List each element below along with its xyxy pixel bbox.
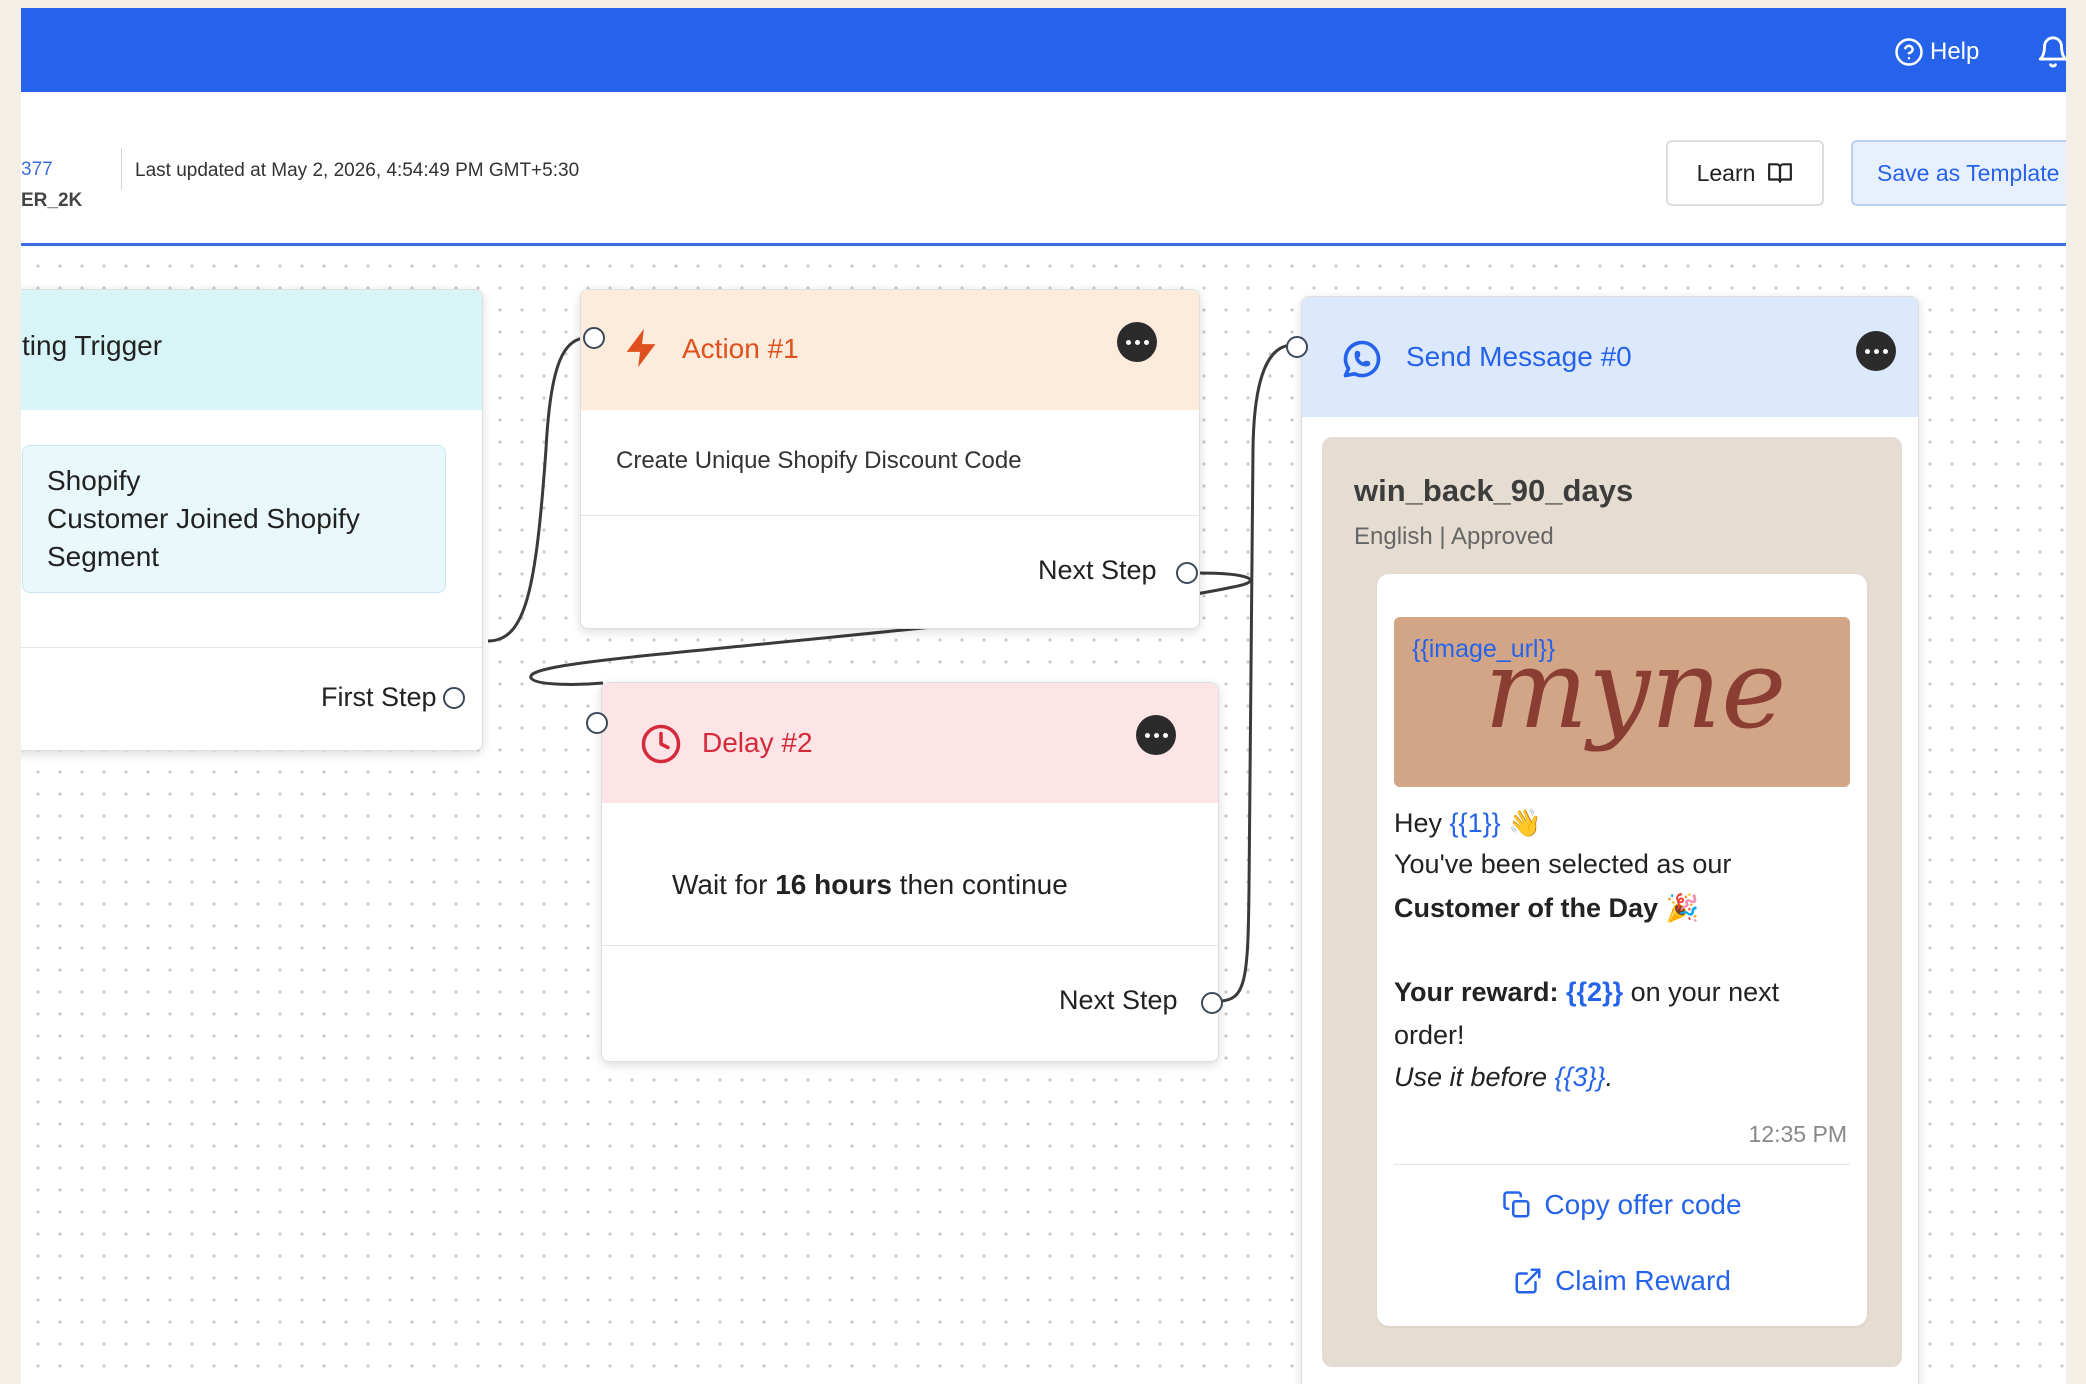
next-step-handle[interactable] — [1176, 562, 1198, 584]
more-horizontal-icon[interactable] — [1136, 715, 1176, 755]
message-line-reward: Your reward: {{2}} on your next — [1394, 977, 1780, 1007]
connector-delay-to-message — [1218, 343, 1294, 1003]
node-separator — [21, 647, 482, 648]
action-description: Create Unique Shopify Discount Code — [616, 447, 1022, 474]
next-step-handle[interactable] — [1201, 992, 1223, 1014]
variable-1: {{1}} — [1449, 808, 1501, 838]
top-bar: Help — [21, 8, 2066, 92]
trigger-node-header: ting Trigger — [21, 290, 482, 410]
message-line-greeting: Hey {{1}} 👋 — [1394, 808, 1542, 838]
message-line-use-before: Use it before {{3}}. — [1394, 1062, 1614, 1092]
action-node[interactable]: Action #1 Create Unique Shopify Discount… — [580, 289, 1200, 629]
node-separator — [602, 945, 1218, 946]
template-meta: English | Approved — [1354, 523, 1554, 550]
whatsapp-preview: win_back_90_days English | Approved myne… — [1322, 437, 1902, 1367]
learn-label: Learn — [1696, 159, 1756, 186]
send-message-node-title: Send Message #0 — [1406, 341, 1632, 372]
variable-3: {{3}} — [1554, 1062, 1606, 1092]
last-updated-text: Last updated at May 2, 2026, 4:54:49 PM … — [135, 160, 580, 181]
trigger-event-line2: Segment — [47, 541, 160, 572]
template-name: win_back_90_days — [1354, 473, 1634, 508]
trigger-node-title: ting Trigger — [22, 330, 163, 361]
first-step-handle[interactable] — [443, 687, 465, 709]
message-line-5: order! — [1394, 1020, 1465, 1050]
next-step-label: Next Step — [1038, 555, 1157, 585]
header-divider — [121, 148, 122, 190]
trigger-source: Shopify — [47, 465, 141, 496]
claim-reward-label: Claim Reward — [1555, 1265, 1731, 1296]
connector-trigger-to-action — [487, 335, 595, 643]
flow-header: 377 ER_2K Last updated at May 2, 2026, 4… — [21, 92, 2066, 246]
more-horizontal-icon[interactable] — [1117, 322, 1157, 362]
input-handle[interactable] — [586, 712, 608, 734]
flow-code: ER_2K — [21, 190, 83, 211]
first-step-label: First Step — [321, 682, 437, 712]
claim-reward-button[interactable]: Claim Reward — [1377, 1265, 1867, 1297]
waving-hand-emoji: 👋 — [1508, 808, 1542, 838]
send-message-node[interactable]: Send Message #0 win_back_90_days English… — [1286, 296, 1919, 1384]
learn-button[interactable]: Learn — [1666, 140, 1824, 206]
variable-2: {{2}} — [1566, 977, 1624, 1007]
delay-duration: 16 hours — [775, 869, 892, 900]
flow-canvas[interactable]: ting Trigger Shopify Customer Joined Sho… — [21, 249, 2066, 1384]
whatsapp-icon — [1343, 340, 1381, 378]
copy-icon — [1503, 1191, 1530, 1218]
delay-node-title: Delay #2 — [702, 727, 813, 758]
delay-desc-prefix: Wait for — [672, 869, 776, 900]
bell-icon[interactable] — [2036, 32, 2066, 72]
help-label: Help — [1930, 38, 1980, 65]
send-message-node-header: Send Message #0 — [1302, 297, 1918, 417]
action-node-header: Action #1 — [581, 290, 1199, 410]
message-time: 12:35 PM — [1748, 1121, 1847, 1147]
action-node-title: Action #1 — [682, 333, 799, 364]
book-open-icon — [1768, 163, 1793, 183]
input-handle[interactable] — [583, 327, 605, 349]
next-step-label: Next Step — [1059, 985, 1178, 1015]
image-variable: {{image_url}} — [1412, 635, 1556, 663]
copy-offer-code-button[interactable]: Copy offer code — [1377, 1189, 1867, 1221]
delay-description: Wait for 16 hours then continue — [672, 869, 1068, 901]
delay-node-header: Delay #2 — [602, 683, 1218, 803]
external-link-icon — [1515, 1268, 1541, 1294]
clock-icon — [641, 724, 681, 764]
delay-node[interactable]: Delay #2 Wait for 16 hours then continue… — [586, 682, 1223, 1062]
help-button[interactable]: Help — [1894, 32, 1979, 72]
delay-desc-suffix: then continue — [891, 869, 1068, 900]
node-separator — [581, 515, 1199, 516]
party-emoji: 🎉 — [1665, 893, 1700, 923]
message-bubble: myne {{image_url}} Hey {{1}} 👋 You've be… — [1377, 574, 1867, 1326]
help-circle-icon — [1895, 38, 1923, 66]
save-as-template-button[interactable]: Save as Template — [1851, 140, 2066, 206]
message-line-3: Customer of the Day 🎉 — [1394, 893, 1700, 923]
more-horizontal-icon[interactable] — [1856, 331, 1896, 371]
message-media: myne {{image_url}} — [1394, 617, 1850, 787]
app-window: Help 377 ER_2K Last updated at May 2, 20… — [21, 8, 2066, 1384]
trigger-event-line1: Customer Joined Shopify — [47, 503, 360, 534]
bubble-separator — [1394, 1164, 1850, 1165]
message-line-2: You've been selected as our — [1394, 849, 1732, 879]
trigger-node[interactable]: ting Trigger Shopify Customer Joined Sho… — [21, 289, 483, 751]
flow-id-link[interactable]: 377 — [21, 159, 53, 181]
trigger-event-card: Shopify Customer Joined Shopify Segment — [22, 445, 446, 593]
input-handle[interactable] — [1286, 336, 1308, 358]
lightning-bolt-icon — [626, 328, 656, 368]
copy-offer-code-label: Copy offer code — [1544, 1189, 1742, 1220]
